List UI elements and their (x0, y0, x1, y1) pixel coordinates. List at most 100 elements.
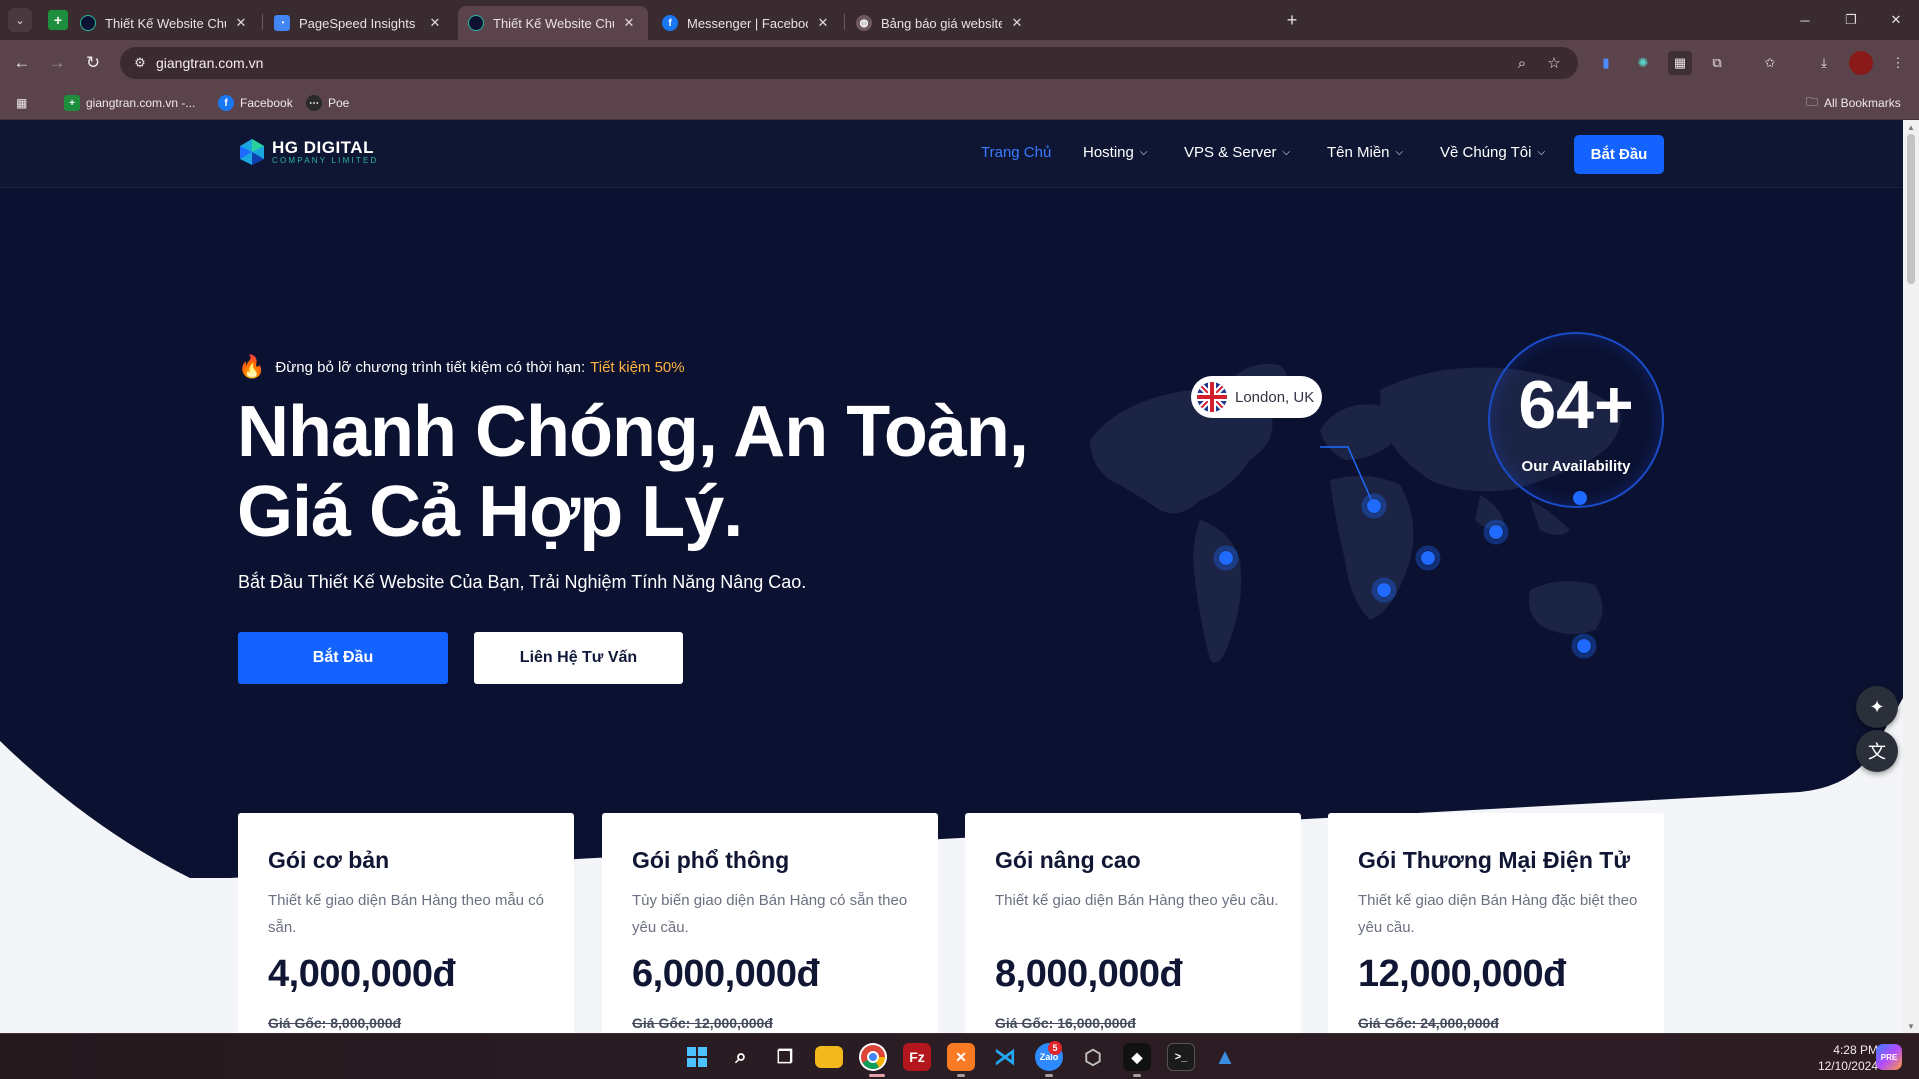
tab-2[interactable]: ◔ PageSpeed Insights ✕ (264, 6, 454, 40)
site-info-icon[interactable]: ⚙ (130, 53, 150, 73)
chrome-icon[interactable] (859, 1043, 887, 1071)
hero-contact-button[interactable]: Liên Hệ Tư Vấn (474, 632, 683, 684)
nav-hosting[interactable]: Hosting ⌵ (1083, 144, 1147, 161)
file-explorer-icon[interactable] (815, 1046, 843, 1068)
hg-logo-icon (240, 139, 264, 165)
facebook-favicon-icon: f (218, 95, 234, 111)
pricing-card-basic[interactable]: Gói cơ bản Thiết kế giao diện Bán Hàng t… (238, 813, 574, 1033)
cursor-app-icon[interactable]: ◆ (1123, 1043, 1151, 1071)
unity-icon[interactable]: ⬡ (1079, 1043, 1107, 1071)
close-tab-icon[interactable]: ✕ (426, 15, 444, 31)
forward-arrow-icon[interactable]: → (45, 51, 69, 75)
bookmark-poe[interactable]: ⋯ Poe (306, 94, 349, 112)
profile-avatar-icon[interactable] (1849, 51, 1873, 75)
vscode-icon[interactable]: ⋊ (991, 1043, 1019, 1071)
restore-icon[interactable]: ❐ (1828, 0, 1874, 40)
apps-grid-icon[interactable]: ▦ (16, 94, 27, 112)
tab-1[interactable]: Thiết Kế Website Chuyên Nghiệ ✕ (70, 6, 260, 40)
location-label: London, UK (1235, 388, 1315, 406)
cursor-running-indicator (1133, 1074, 1141, 1077)
task-view-icon[interactable]: ❐ (771, 1043, 799, 1071)
tab-separator (262, 14, 263, 30)
scrollbar-thumb[interactable] (1907, 134, 1915, 284)
close-tab-icon[interactable]: ✕ (620, 15, 638, 31)
tab-4[interactable]: f Messenger | Facebook ✕ (652, 6, 842, 40)
xampp-running-indicator (957, 1074, 965, 1077)
nav-trang-chu[interactable]: Trang Chủ (981, 144, 1051, 161)
new-tab-plus-icon[interactable]: + (1280, 8, 1304, 32)
bookmark-star-icon[interactable]: ☆ (1544, 53, 1564, 73)
page-scrollbar[interactable]: ▲ ▼ (1903, 120, 1919, 1033)
tab-search-button[interactable]: ⌄ (8, 8, 32, 32)
pricing-card-original-price: Giá Gốc: 16,000,000đ (995, 1015, 1136, 1031)
pricing-card-standard[interactable]: Gói phổ thông Tùy biến giao diện Bán Hàn… (602, 813, 938, 1033)
zoom-icon[interactable]: ⌕ (1512, 53, 1532, 73)
site-logo[interactable]: HG DIGITAL COMPANY LIMITED (238, 138, 379, 166)
site-header: HG DIGITAL COMPANY LIMITED Trang Chủ Hos… (0, 120, 1903, 188)
tab-5[interactable]: ◍ Bảng báo giá website B2B.pdf ✕ (846, 6, 1036, 40)
extension-tool-icon[interactable]: ▦ (1668, 51, 1692, 75)
pricing-card-price: 4,000,000đ (268, 953, 456, 995)
uk-flag-icon (1197, 382, 1227, 412)
windows-taskbar: ⌕ ❐ Fz ✕ ⋊ Zalo 5 ⬡ ◆ >_ ▲ 4:28 PM 12/10… (0, 1033, 1919, 1079)
bookmark-label: Poe (328, 96, 350, 110)
tab-3-active[interactable]: Thiết Kế Website Chuyên Nghiệ ✕ (458, 6, 648, 40)
reload-icon[interactable]: ↻ (81, 51, 105, 75)
close-window-icon[interactable]: ✕ (1873, 0, 1919, 40)
filezilla-icon[interactable]: Fz (903, 1043, 931, 1071)
translate-icon[interactable]: 文 (1856, 730, 1898, 772)
hg-digital-favicon-icon (468, 15, 484, 31)
bookmark-label: Facebook (240, 96, 293, 110)
hero-start-button[interactable]: Bắt Đầu (238, 632, 448, 684)
bookmark-facebook[interactable]: f Facebook (218, 94, 293, 112)
nav-vps-server[interactable]: VPS & Server ⌵ (1184, 144, 1290, 161)
chevron-down-icon: ⌵ (1395, 147, 1404, 158)
header-start-button[interactable]: Bắt Đầu (1574, 135, 1664, 174)
nav-ve-chung-toi[interactable]: Về Chúng Tôi ⌵ (1440, 144, 1545, 161)
pricing-card-ecommerce[interactable]: Gói Thương Mại Điện Tử Thiết kế giao diệ… (1328, 813, 1664, 1033)
address-bar[interactable]: ⚙ giangtran.com.vn ⌕ ☆ (120, 47, 1578, 79)
chevron-down-icon: ⌄ (15, 14, 25, 27)
scroll-up-icon[interactable]: ▲ (1903, 120, 1919, 134)
xampp-icon[interactable]: ✕ (947, 1043, 975, 1071)
pricing-card-description: Thiết kế giao diện Bán Hàng theo yêu cầu… (995, 892, 1279, 909)
system-clock[interactable]: 4:28 PM 12/10/2024 (1780, 1042, 1878, 1074)
download-icon[interactable]: ⤓ (1812, 51, 1836, 75)
tab-title: Thiết Kế Website Chuyên Nghiệ (493, 15, 614, 31)
minimize-icon[interactable]: ─ (1782, 0, 1828, 40)
pricing-card-advanced[interactable]: Gói nâng cao Thiết kế giao diện Bán Hàng… (965, 813, 1301, 1033)
nav-label: Hosting (1083, 144, 1134, 161)
promo-banner: 🔥 Đừng bỏ lỡ chương trình tiết kiệm có t… (238, 354, 685, 380)
pinned-tab-sheets-icon[interactable]: + (48, 10, 68, 30)
extension-docs-icon[interactable]: ▮ (1594, 51, 1618, 75)
sheets-favicon-icon: + (64, 95, 80, 111)
pagespeed-favicon-icon: ◔ (274, 15, 290, 31)
url-text[interactable]: giangtran.com.vn (156, 55, 263, 71)
tab-title: Messenger | Facebook (687, 15, 808, 31)
folder-icon: 🗀 (1806, 94, 1819, 109)
extension-react-icon[interactable]: ✺ (1631, 51, 1655, 75)
bookmark-giangtran[interactable]: + giangtran.com.vn -... (64, 94, 195, 112)
ai-sparkle-icon[interactable]: ✦ (1856, 686, 1898, 728)
close-tab-icon[interactable]: ✕ (232, 15, 250, 31)
nav-ten-mien[interactable]: Tên Miền ⌵ (1327, 144, 1403, 161)
back-arrow-icon[interactable]: ← (10, 51, 34, 75)
extensions-puzzle-icon[interactable]: ⧉ (1705, 51, 1729, 75)
pricing-card-price: 8,000,000đ (995, 953, 1183, 995)
hero-subtitle: Bắt Đầu Thiết Kế Website Của Bạn, Trải N… (238, 572, 807, 592)
globe-favicon-icon: ◍ (856, 15, 872, 31)
search-icon[interactable]: ⌕ (727, 1043, 755, 1071)
reading-list-icon[interactable]: ✩ (1758, 51, 1782, 75)
terminal-icon[interactable]: >_ (1167, 1043, 1195, 1071)
logo-tagline: COMPANY LIMITED (272, 155, 379, 165)
copilot-icon[interactable]: PRE (1876, 1044, 1902, 1070)
menu-dots-icon[interactable]: ⋮ (1886, 51, 1910, 75)
close-tab-icon[interactable]: ✕ (1008, 15, 1026, 31)
azure-icon[interactable]: ▲ (1211, 1043, 1239, 1071)
pricing-card-price: 6,000,000đ (632, 953, 820, 995)
availability-stat-label: Our Availability (1521, 458, 1631, 475)
scroll-down-icon[interactable]: ▼ (1903, 1019, 1919, 1033)
all-bookmarks-folder[interactable]: 🗀 All Bookmarks (1806, 94, 1901, 112)
close-tab-icon[interactable]: ✕ (814, 15, 832, 31)
windows-start-icon[interactable] (683, 1043, 711, 1071)
